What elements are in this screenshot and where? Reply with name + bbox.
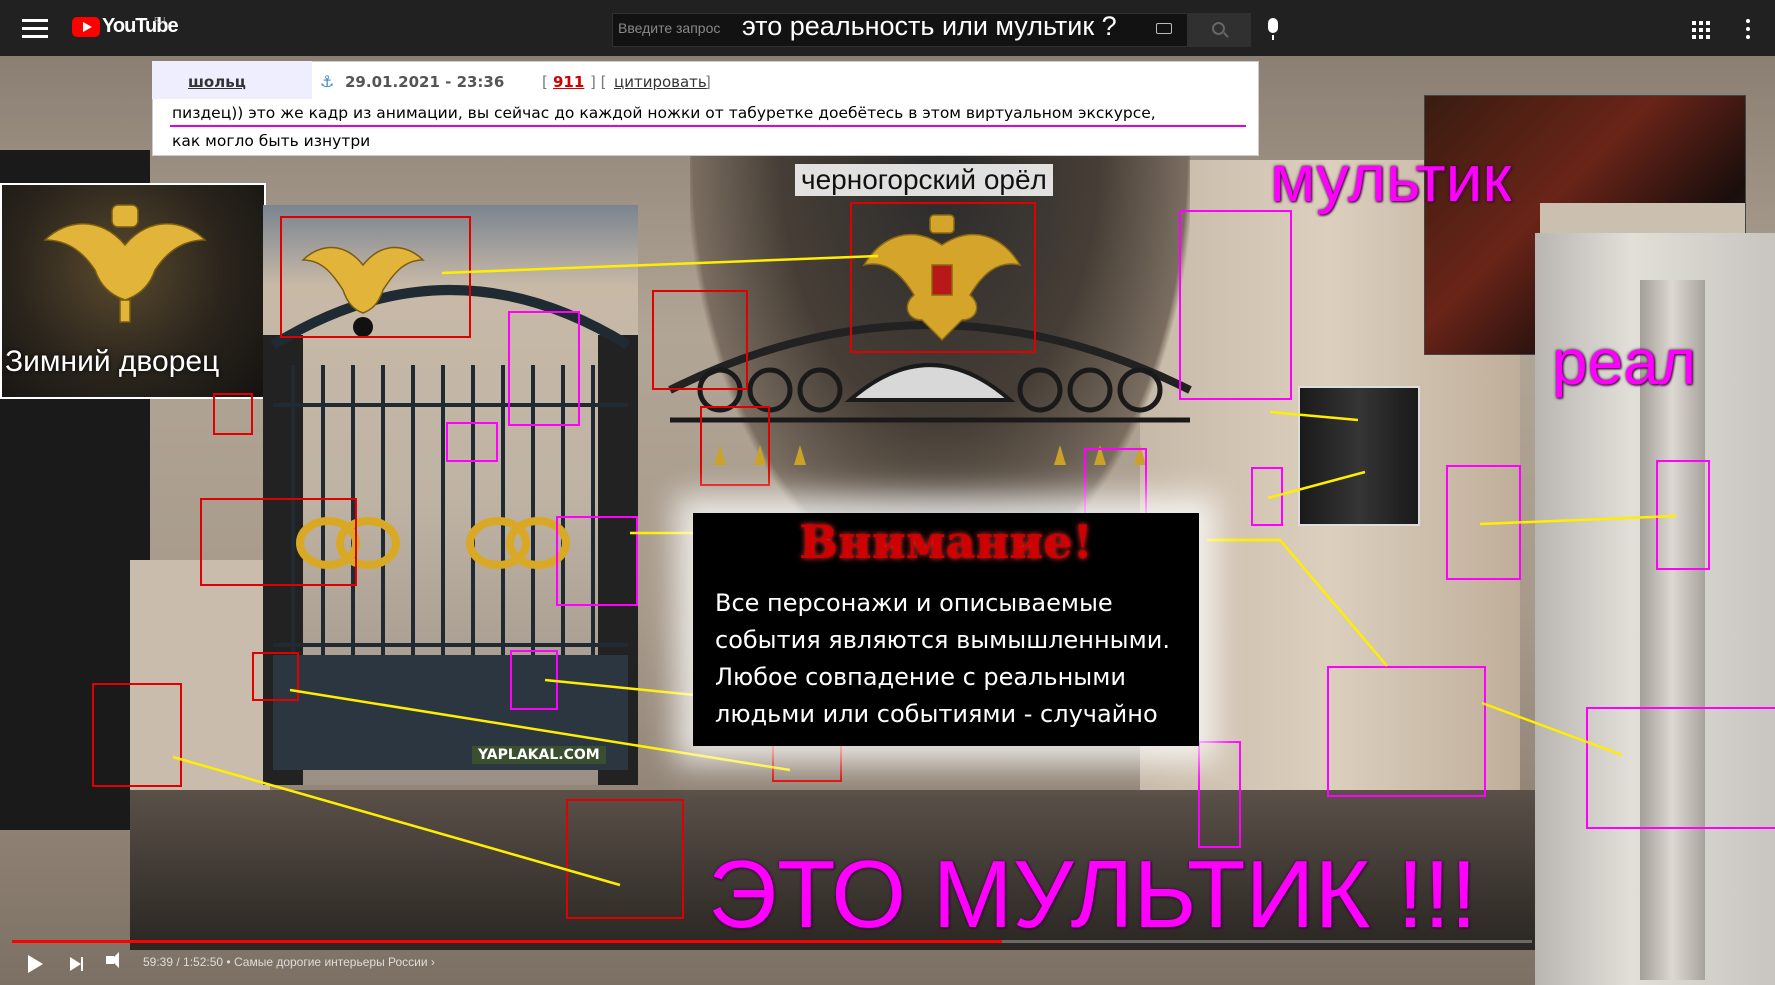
- video-title[interactable]: Самые дорогие интерьеры России: [234, 955, 428, 969]
- real-label: реал: [1552, 326, 1697, 398]
- big-cartoon-caption: ЭТО МУЛЬТИК !!!: [708, 841, 1478, 948]
- next-icon[interactable]: [70, 957, 83, 971]
- cartoon-label: мультик: [1270, 141, 1512, 215]
- time-display: 59:39 / 1:52:50 • Самые дорогие интерьер…: [143, 955, 435, 969]
- duration: 1:52:50: [183, 955, 224, 969]
- montenegro-eagle-label: черногорский орёл: [795, 164, 1053, 196]
- current-time: 59:39: [143, 955, 174, 969]
- volume-icon[interactable]: [106, 952, 119, 968]
- progress-bar-fill: [12, 940, 1002, 943]
- warning-text: Все персонажи и описываемые события явля…: [715, 589, 1170, 728]
- play-icon[interactable]: [28, 955, 43, 973]
- warning-title: Внимание!: [799, 515, 1093, 569]
